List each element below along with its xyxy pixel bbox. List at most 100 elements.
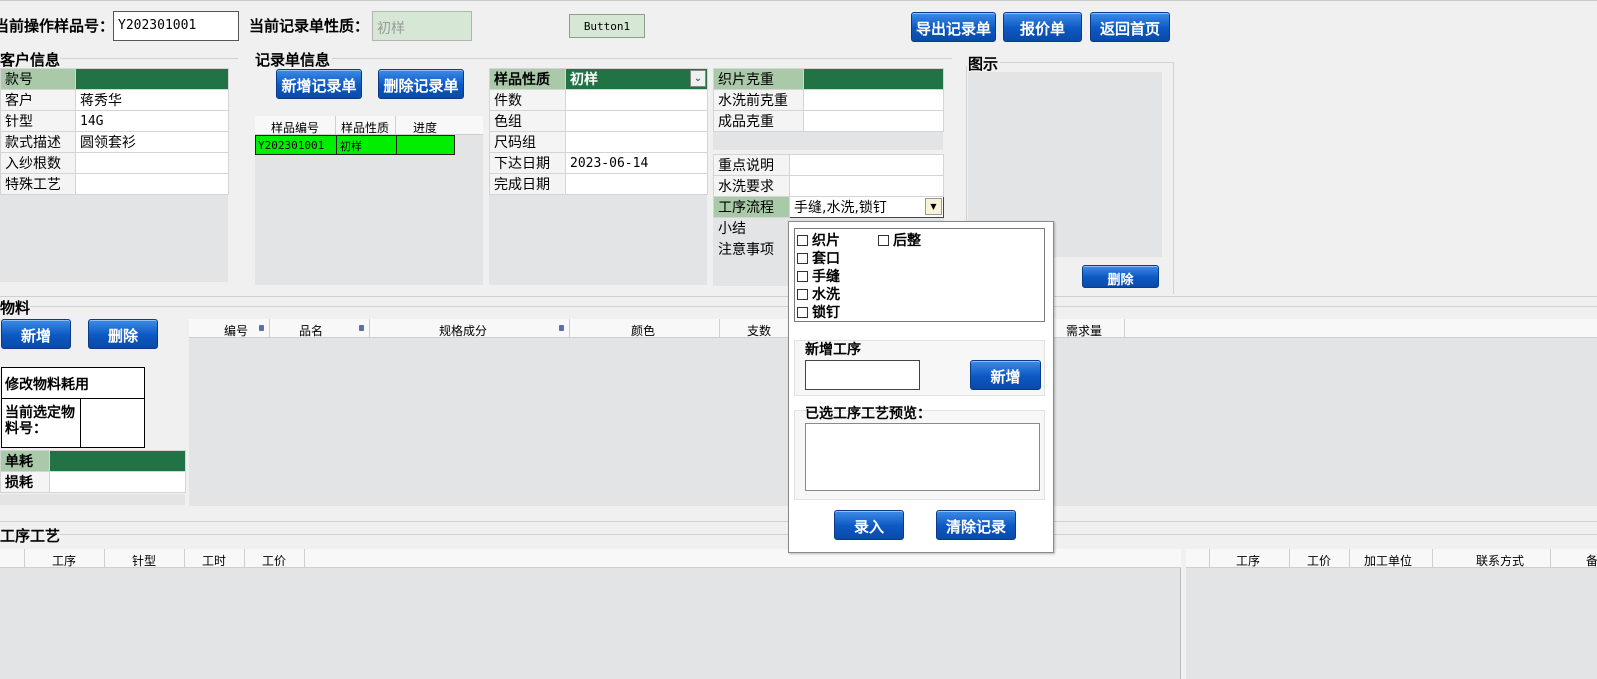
- customer-key: 特殊工艺: [0, 173, 76, 195]
- checkbox-icon: [797, 271, 808, 282]
- diagram-title-line: [1000, 62, 1174, 63]
- unit-consumption-cell[interactable]: [49, 450, 186, 472]
- checkbox-knit[interactable]: 织片: [797, 230, 840, 250]
- process-right-header: 工序 工价 加工单位 联系方式 备: [1186, 549, 1597, 568]
- col-contact: 联系方式: [1476, 554, 1525, 568]
- modify-material-title: 修改物料耗用: [1, 367, 145, 399]
- process-table-left[interactable]: [0, 549, 1181, 679]
- process-flow-value: 手缝,水洗,锁钉: [794, 200, 887, 216]
- row-sample-id: Y202301001: [258, 139, 325, 152]
- add-material-button[interactable]: 新增: [1, 319, 71, 349]
- prewash-weight-cell[interactable]: [803, 89, 944, 111]
- wash-requirement-cell[interactable]: [789, 175, 944, 197]
- checkbox-icon: [797, 307, 808, 318]
- weight-key: 织片克重: [713, 68, 804, 90]
- loss-cell[interactable]: [49, 471, 186, 493]
- checkbox-finishing[interactable]: 后整: [878, 230, 921, 250]
- delete-record-button[interactable]: 删除记录单: [378, 69, 464, 99]
- button1[interactable]: Button1: [569, 14, 645, 38]
- knit-weight-cell[interactable]: [803, 68, 944, 90]
- checkbox-label: 后整: [893, 233, 921, 249]
- finished-weight-cell[interactable]: [803, 110, 944, 132]
- customer-key: 款号: [0, 68, 76, 90]
- customer-grid: 款号 客户 蒋秀华 针型 14G 款式描述 圆领套衫 入纱根数 特殊工艺: [0, 68, 229, 195]
- add-process-button[interactable]: 新增: [970, 360, 1041, 390]
- delete-material-button[interactable]: 删除: [88, 319, 158, 349]
- customer-key: 款式描述: [0, 131, 76, 153]
- checkbox-button[interactable]: 锁钉: [797, 302, 840, 322]
- col-price: 工价: [262, 554, 287, 568]
- checkbox-label: 水洗: [812, 287, 840, 303]
- row-sample-nature: 初样: [340, 140, 362, 153]
- sample-label: 当前操作样品号：: [0, 17, 115, 35]
- col-hours: 工时: [202, 554, 227, 568]
- size-group-cell[interactable]: [565, 131, 708, 153]
- nature-field[interactable]: 初样: [372, 11, 472, 41]
- delete-image-button[interactable]: 删除: [1082, 265, 1159, 288]
- diagram-section-title: 图示: [968, 55, 999, 73]
- top-border: [0, 0, 1597, 1]
- color-group-cell[interactable]: [565, 110, 708, 132]
- checkbox-handsew[interactable]: 手缝: [797, 266, 840, 286]
- checkbox-linking[interactable]: 套口: [797, 248, 840, 268]
- process-section-title: 工序工艺: [0, 527, 61, 545]
- usage-key: 损耗: [0, 471, 50, 493]
- client-cell[interactable]: 蒋秀华: [75, 89, 229, 111]
- usage-grid: 单耗 损耗: [0, 450, 186, 493]
- process-flow-dropdown[interactable]: 手缝,水洗,锁钉 ▼: [789, 196, 944, 218]
- style-desc-cell[interactable]: 圆领套衫: [75, 131, 229, 153]
- dropdown-arrow-icon[interactable]: ▼: [925, 198, 942, 215]
- note-key: 重点说明: [713, 154, 790, 176]
- finish-date-cell[interactable]: [565, 173, 708, 195]
- clear-record-button[interactable]: 清除记录: [936, 510, 1016, 540]
- pieces-cell[interactable]: [565, 89, 708, 111]
- key-notes-cell[interactable]: [789, 154, 944, 176]
- preview-textarea[interactable]: [805, 423, 1040, 491]
- checkbox-icon: [797, 289, 808, 300]
- current-material-value: [80, 398, 145, 448]
- customer-row-gauge: 针型 14G: [0, 110, 229, 132]
- chevron-down-icon[interactable]: ⌄: [690, 70, 706, 87]
- checkbox-label: 织片: [812, 233, 840, 249]
- field-key: 色组: [489, 110, 566, 132]
- field-key: 完成日期: [489, 173, 566, 195]
- lock-icon: [359, 325, 364, 331]
- materials-section-title: 物料: [0, 299, 31, 317]
- checkbox-icon: [797, 235, 808, 246]
- col-count: 支数: [747, 324, 772, 338]
- home-button[interactable]: 返回首页: [1090, 12, 1170, 42]
- table-row[interactable]: Y202301001 初样: [255, 135, 455, 155]
- customer-key: 客户: [0, 89, 76, 111]
- col-progress: 进度: [413, 121, 438, 135]
- gauge-cell[interactable]: 14G: [75, 110, 229, 132]
- note-key: 小结: [713, 217, 790, 239]
- new-process-title: 新增工序: [805, 342, 861, 358]
- yarn-count-cell[interactable]: [75, 152, 229, 174]
- sample-nature-dropdown[interactable]: 初样 ⌄: [565, 68, 708, 90]
- record-title-line: [332, 58, 952, 59]
- note-key: 工序流程: [713, 196, 790, 218]
- record-section-title: 记录单信息: [255, 51, 331, 69]
- customer-row-style-no: 款号: [0, 68, 229, 90]
- col-sample-id: 样品编号: [271, 121, 320, 135]
- quote-button[interactable]: 报价单: [1003, 12, 1082, 42]
- style-no-cell[interactable]: [75, 68, 229, 90]
- new-process-input[interactable]: [805, 360, 920, 390]
- special-process-cell[interactable]: [75, 173, 229, 195]
- record-list-header: 样品编号 样品性质 进度: [255, 116, 483, 135]
- record-fields-grid: 样品性质 初样 ⌄ 件数 色组 尺码组 下达日期 2023-06-14 完成日期: [489, 68, 708, 195]
- customer-row-desc: 款式描述 圆领套衫: [0, 131, 229, 153]
- sample-field[interactable]: Y202301001: [113, 11, 239, 41]
- export-record-button[interactable]: 导出记录单: [911, 12, 996, 42]
- usage-key: 单耗: [0, 450, 50, 472]
- col-gauge: 针型: [132, 554, 157, 568]
- enter-button[interactable]: 录入: [834, 510, 904, 540]
- sample-nature-value: 初样: [570, 72, 598, 88]
- issue-date-cell[interactable]: 2023-06-14: [565, 152, 708, 174]
- add-record-button[interactable]: 新增记录单: [276, 69, 362, 99]
- preview-title: 已选工序工艺预览：: [805, 406, 931, 422]
- checkbox-wash[interactable]: 水洗: [797, 284, 840, 304]
- col-sample-nature: 样品性质: [341, 121, 390, 135]
- col-color: 颜色: [631, 324, 656, 338]
- checkbox-label: 锁钉: [812, 305, 840, 321]
